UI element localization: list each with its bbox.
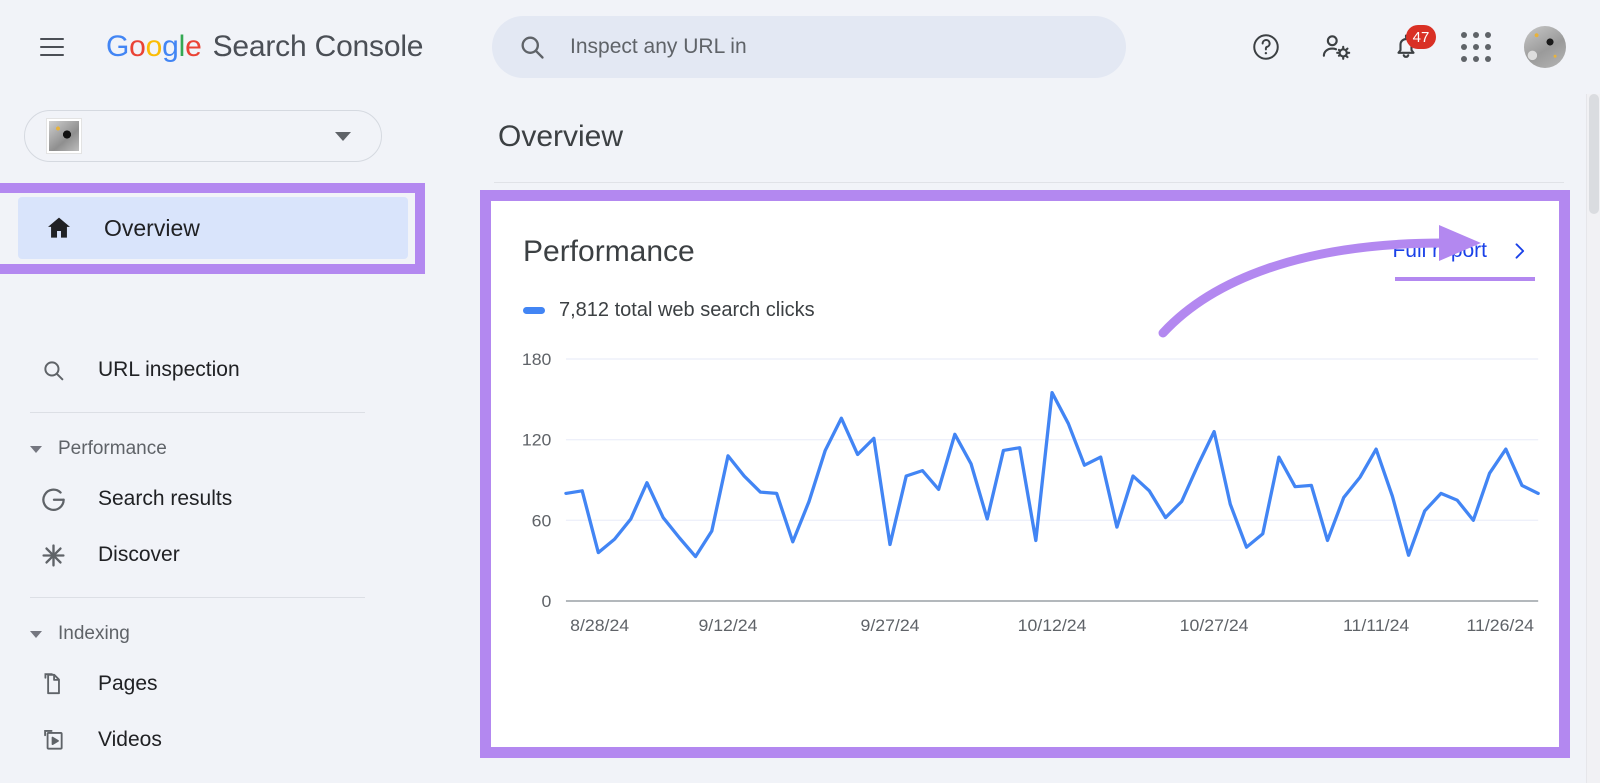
search-icon [38,358,68,383]
sidebar-item-url-inspection-label: URL inspection [98,358,240,381]
sidebar-item-discover-label: Discover [98,543,180,566]
chart-x-tick-label: 10/12/24 [1018,615,1087,635]
hamburger-bar [40,45,64,49]
chevron-right-icon [1509,241,1529,261]
hamburger-bar [40,53,64,56]
hamburger-bar [40,38,64,41]
chart-x-tick-label: 10/27/24 [1180,615,1249,635]
performance-card: Performance 7,812 total web search click… [491,201,1559,747]
sidebar-item-search-results-label: Search results [98,487,233,510]
sidebar-divider [30,412,365,413]
performance-card-title: Performance [523,235,695,268]
search-input[interactable]: Inspect any URL in [570,35,747,59]
sidebar-divider [30,597,365,598]
apps-grid-dots [1461,32,1491,62]
chart-x-tick-label: 9/12/24 [698,615,757,635]
triangle-down-icon [30,445,42,453]
notification-badge: 47 [1406,25,1436,49]
google-g-icon [38,486,68,513]
chevron-down-icon[interactable] [335,131,351,141]
scrollbar-thumb[interactable] [1589,94,1599,214]
sidebar-section-performance[interactable]: Performance [0,427,470,471]
chart-x-tick-label: 8/28/24 [570,615,629,635]
sidebar-item-pages[interactable]: Pages [0,656,470,712]
sidebar-item-sitemaps[interactable]: Sitemaps [0,768,470,783]
title-divider [494,182,1564,183]
apps-grid-icon[interactable] [1452,23,1500,71]
performance-chart: 0 60 120 180 8/28/24 9/12/24 9/27/24 10/12/24 1… [522,351,1540,635]
chart-x-axis-labels: 8/28/24 9/12/24 9/27/24 10/12/24 10/27/24 11/… [570,615,1534,635]
full-report-label: Full report [1392,239,1487,262]
bell-icon[interactable]: 47 [1382,23,1436,71]
person-gear-icon[interactable] [1312,23,1360,71]
page-title: Overview [498,120,624,153]
sidebar: Overview URL inspection Performance Sear… [0,94,470,783]
property-selector[interactable] [24,110,382,162]
asterisk-icon [38,542,68,569]
triangle-down-icon [30,630,42,638]
sidebar-item-videos-label: Videos [98,728,162,751]
chart-x-tick-label: 11/26/24 [1466,615,1534,635]
sidebar-item-search-results[interactable]: Search results [0,471,470,527]
url-inspection-search[interactable]: Inspect any URL in [492,16,1126,78]
sidebar-item-videos[interactable]: Videos [0,712,470,768]
annotation-underline-full-report [1395,277,1535,281]
chart-y-tick-label: 180 [522,351,552,369]
sidebar-item-discover[interactable]: Discover [0,527,470,583]
video-icon [38,727,68,753]
chart-x-tick-label: 9/27/24 [861,615,920,635]
page-scrollbar[interactable] [1586,94,1600,783]
help-circle-icon[interactable] [1242,23,1290,71]
sidebar-item-overview[interactable]: Overview [18,197,408,259]
header-actions: 47 [1220,0,1566,94]
chart-series-line [564,390,1540,559]
search-icon [518,33,546,61]
chart-legend: 7,812 total web search clicks [523,299,1527,322]
google-wordmark: Google [106,30,202,63]
full-report-link[interactable]: Full report [1392,239,1529,263]
hamburger-menu-icon[interactable] [40,38,64,56]
sidebar-item-pages-label: Pages [98,672,158,695]
pages-icon [38,671,68,697]
avatar[interactable] [1524,26,1566,68]
property-thumbnail [47,119,81,153]
legend-color-swatch [523,307,545,314]
home-icon [44,214,74,242]
chart-y-axis-labels: 0 60 120 180 [522,351,552,611]
sidebar-section-indexing-label: Indexing [58,623,130,644]
sidebar-section-performance-label: Performance [58,438,167,459]
app-name: Search Console [212,30,424,63]
app-header: Google Search Console Inspect any URL in [0,0,1600,94]
chart-x-tick-label: 11/11/24 [1343,615,1410,635]
annotation-highlight-performance-card: Performance 7,812 total web search click… [480,190,1570,758]
sidebar-item-url-inspection[interactable]: URL inspection [0,342,470,398]
main-content: Overview Performance 7,812 total web sea… [470,94,1600,783]
chart-y-tick-label: 60 [532,511,552,531]
sidebar-section-indexing[interactable]: Indexing [0,612,470,656]
chart-y-tick-label: 120 [522,430,552,450]
brand-logo[interactable]: Google Search Console [106,32,423,62]
chart-y-tick-label: 0 [542,591,552,611]
legend-label: 7,812 total web search clicks [559,299,815,321]
sidebar-item-overview-label: Overview [104,214,200,241]
